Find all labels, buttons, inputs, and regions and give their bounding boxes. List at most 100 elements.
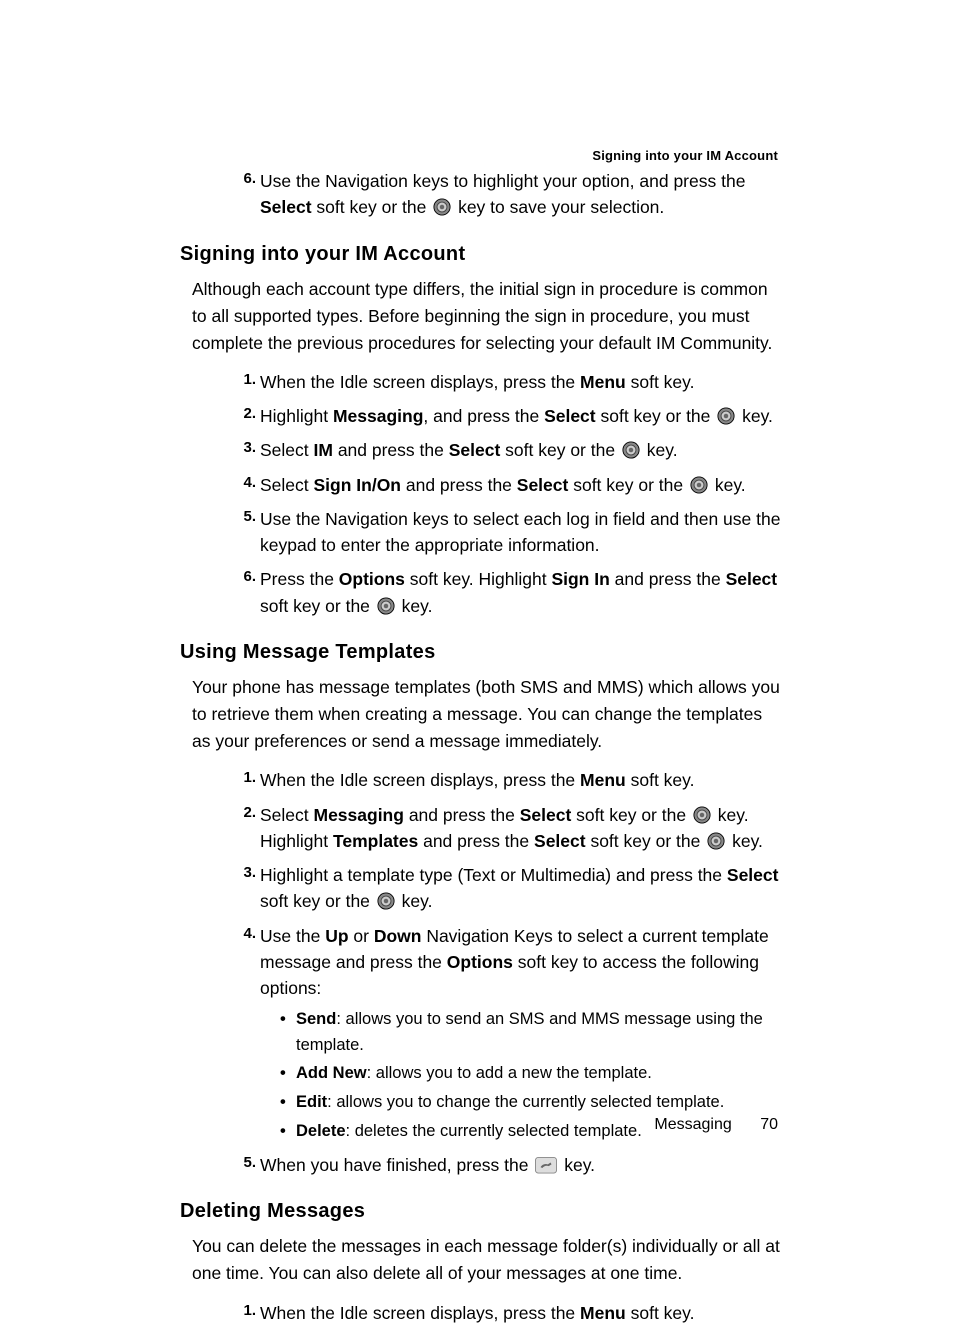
step-number: 3.: [228, 437, 256, 460]
bold-text: Select: [726, 569, 778, 589]
step-text: and press the: [610, 569, 726, 589]
step-number: 4.: [228, 472, 256, 495]
step-text: key.: [737, 406, 773, 426]
step-text: key.: [559, 1155, 595, 1175]
step-item: 5. Use the Navigation keys to select eac…: [260, 506, 784, 559]
bold-text: Messaging: [314, 805, 404, 825]
section-intro: You can delete the messages in each mess…: [180, 1233, 784, 1287]
step-text: key.: [397, 596, 433, 616]
ok-key-icon: [693, 806, 711, 824]
step-text: Select: [260, 440, 314, 460]
step-text: soft key. Highlight: [405, 569, 552, 589]
bold-text: Down: [374, 926, 422, 946]
section-heading-signing-in: Signing into your IM Account: [180, 243, 784, 266]
step-item: 1. When the Idle screen displays, press …: [260, 369, 784, 395]
step-item: 3. Highlight a template type (Text or Mu…: [260, 862, 784, 915]
step-item: 1. When the Idle screen displays, press …: [260, 1300, 784, 1326]
step-text: and press the: [333, 440, 449, 460]
step-text: Use the Navigation keys to highlight you…: [260, 171, 745, 191]
step-text: Use the: [260, 926, 325, 946]
step-text: , and press the: [423, 406, 544, 426]
ok-key-icon: [690, 476, 708, 494]
step-text: key.: [397, 891, 433, 911]
step-number: 3.: [228, 862, 256, 885]
sub-item: Send: allows you to send an SMS and MMS …: [296, 1007, 784, 1058]
step-text: key.: [710, 475, 746, 495]
sub-item: Edit: allows you to change the currently…: [296, 1090, 784, 1116]
bold-text: IM: [314, 440, 333, 460]
section-intro: Your phone has message templates (both S…: [180, 674, 784, 755]
step-item: 6. Press the Options soft key. Highlight…: [260, 566, 784, 619]
step-text: soft key or the: [260, 596, 375, 616]
step-number: 2.: [228, 802, 256, 825]
bold-text: Up: [325, 926, 348, 946]
step-text: Highlight: [260, 406, 333, 426]
step-text: When the Idle screen displays, press the: [260, 1303, 580, 1323]
bold-text: Options: [339, 569, 405, 589]
step-text: Press the: [260, 569, 339, 589]
ok-key-icon: [377, 597, 395, 615]
section-heading-deleting: Deleting Messages: [180, 1200, 784, 1223]
step-text: key.: [642, 440, 678, 460]
page: Signing into your IM Account 6. Use the …: [0, 0, 954, 1319]
footer-page-number: 70: [760, 1116, 778, 1133]
bold-text: Edit: [296, 1093, 327, 1111]
step-item: 3. Select IM and press the Select soft k…: [260, 437, 784, 463]
end-key-icon: [535, 1157, 557, 1173]
bold-text: Menu: [580, 1303, 626, 1323]
bold-text: Select: [544, 406, 596, 426]
step-text: soft key or the: [500, 440, 620, 460]
step-text: When the Idle screen displays, press the: [260, 372, 580, 392]
bold-text: Select: [534, 831, 586, 851]
ok-key-icon: [433, 198, 451, 216]
bold-text: Sign In: [551, 569, 609, 589]
step-text: soft key or the: [571, 805, 691, 825]
section-intro: Although each account type differs, the …: [180, 276, 784, 357]
step-text: and press the: [401, 475, 517, 495]
step-number: 6.: [228, 566, 256, 589]
bold-text: Menu: [580, 770, 626, 790]
step-text: soft key or the: [596, 406, 716, 426]
step-item: 4. Select Sign In/On and press the Selec…: [260, 472, 784, 498]
bold-text: Templates: [333, 831, 418, 851]
step-number: 4.: [228, 923, 256, 946]
sub-text: : allows you to change the currently sel…: [327, 1093, 724, 1111]
step-text: soft key or the: [260, 891, 375, 911]
ok-key-icon: [622, 441, 640, 459]
bold-text: Select: [520, 805, 572, 825]
step-item: 2. Select Messaging and press the Select…: [260, 802, 784, 855]
bold-text: Send: [296, 1010, 336, 1028]
ok-key-icon: [707, 832, 725, 850]
step-item: 1. When the Idle screen displays, press …: [260, 767, 784, 793]
bold-text: Sign In/On: [314, 475, 402, 495]
ok-key-icon: [717, 407, 735, 425]
step-number: 1.: [228, 767, 256, 790]
bold-text: Select: [449, 440, 501, 460]
step-text: When the Idle screen displays, press the: [260, 770, 580, 790]
step-number: 1.: [228, 369, 256, 392]
step-text: Highlight a template type (Text or Multi…: [260, 865, 727, 885]
step-text: and press the: [418, 831, 534, 851]
step-item: 6. Use the Navigation keys to highlight …: [260, 168, 784, 221]
top-step-list: 6. Use the Navigation keys to highlight …: [180, 168, 784, 221]
step-text: When you have finished, press the: [260, 1155, 533, 1175]
bold-text: Add New: [296, 1064, 367, 1082]
ok-key-icon: [377, 892, 395, 910]
step-item: 4. Use the Up or Down Navigation Keys to…: [260, 923, 784, 1145]
step-number: 2.: [228, 403, 256, 426]
bold-text: Select: [260, 197, 312, 217]
step-text: key.: [727, 831, 763, 851]
bold-text: Delete: [296, 1122, 346, 1140]
step-text: soft key.: [626, 1303, 695, 1323]
step-text: soft key or the: [312, 197, 432, 217]
running-head: Signing into your IM Account: [592, 148, 778, 163]
page-footer: Messaging 70: [654, 1116, 778, 1134]
step-number: 6.: [228, 168, 256, 191]
section1-steps: 1. When the Idle screen displays, press …: [180, 369, 784, 619]
step-text: Use the Navigation keys to select each l…: [260, 509, 780, 555]
sub-text: : deletes the currently selected templat…: [346, 1122, 642, 1140]
step-item: 2. Highlight Messaging, and press the Se…: [260, 403, 784, 429]
step-number: 5.: [228, 1152, 256, 1175]
step-number: 5.: [228, 506, 256, 529]
step-text: soft key.: [626, 770, 695, 790]
